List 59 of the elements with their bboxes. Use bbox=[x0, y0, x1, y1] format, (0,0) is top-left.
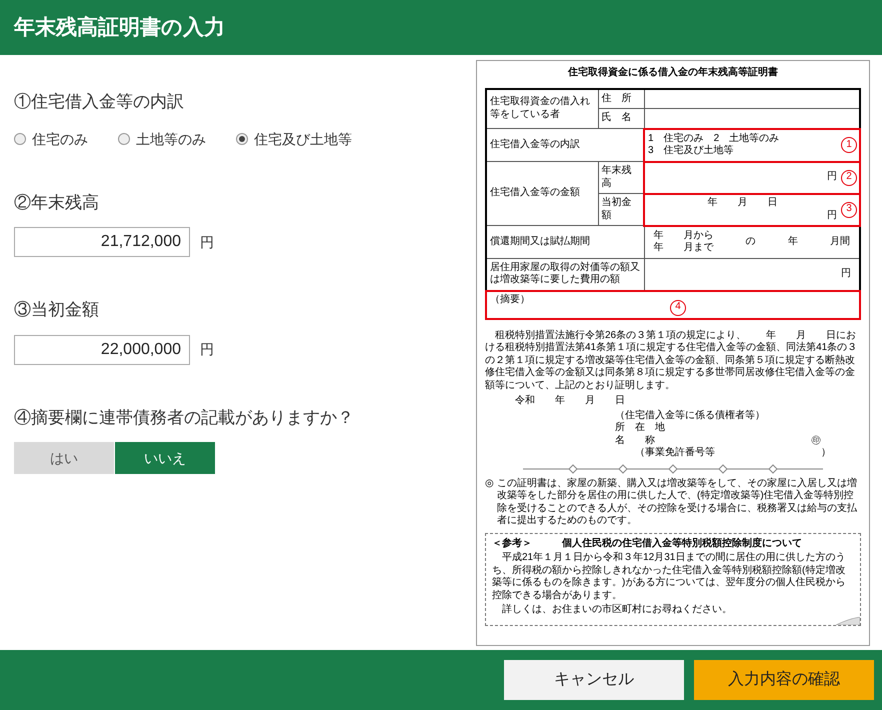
row-label: 当初金額 bbox=[598, 194, 644, 226]
row-label: 住宅取得資金の借入れ等をしている者 bbox=[486, 88, 598, 128]
confirm-button[interactable]: 入力内容の確認 bbox=[694, 660, 874, 700]
period-text: の bbox=[746, 236, 756, 248]
reference-tag: ＜参考＞ bbox=[492, 538, 532, 550]
radio-button[interactable] bbox=[236, 133, 248, 145]
callout-number: 2 bbox=[841, 170, 857, 186]
unit-label: 円 bbox=[200, 232, 214, 252]
option-text: 1 住宅のみ bbox=[648, 132, 704, 144]
seal-mark: ㊞ bbox=[811, 434, 821, 447]
callout-number: 3 bbox=[841, 202, 857, 218]
radio-button[interactable] bbox=[118, 133, 130, 145]
date-text: 令和 年 月 日 bbox=[514, 395, 626, 408]
toggle-button[interactable]: はい bbox=[14, 442, 114, 474]
radio-option[interactable]: 住宅のみ bbox=[14, 128, 88, 150]
field-label: 所 在 地 bbox=[615, 422, 666, 434]
reference-text: 詳しくは、お住まいの市区町村にお尋ねください。 bbox=[501, 604, 733, 616]
reference-title: 個人住民税の住宅借入金等特別税額控除制度について bbox=[562, 538, 802, 550]
toggle-button[interactable]: いいえ bbox=[115, 442, 215, 474]
amount-field[interactable]: 21,712,000 bbox=[14, 227, 190, 257]
amount-field[interactable]: 22,000,000 bbox=[14, 334, 190, 364]
row-label: 氏 名 bbox=[598, 108, 644, 128]
date-text: 年 月 日 bbox=[708, 197, 778, 210]
row-label: 償還期間又は賦払期間 bbox=[486, 226, 644, 258]
unit-label: 円 bbox=[200, 340, 214, 359]
question-label: ④摘要欄に連帯債務者の記載がありますか？ bbox=[14, 406, 355, 428]
period-text: 年 月から bbox=[654, 230, 714, 242]
note-text: この証明書は、家屋の新築、購入又は増改築等をして、その家屋に入居し又は増改築等をした部分を居住の用に供した人で、(特定増改築等)住宅借入金等特別控除を受けることのできる人が、その控除を受ける場合に、税務署又は給与の支払者に提出するためのものです。 bbox=[497, 478, 858, 528]
period-text: 年 bbox=[788, 236, 798, 248]
unit-text: 円 bbox=[827, 210, 837, 222]
field-label: （事業免許番号等 bbox=[635, 447, 715, 460]
field-label: ） bbox=[821, 447, 831, 460]
callout-number: 4 bbox=[670, 300, 686, 316]
unit-text: 円 bbox=[841, 268, 851, 279]
note-mark: ◎ bbox=[485, 478, 494, 490]
row-label: 住 所 bbox=[598, 88, 644, 108]
creditor-heading: （住宅借入金等に係る債権者等） bbox=[615, 410, 766, 422]
option-text: 2 土地等のみ bbox=[714, 132, 780, 144]
option-text: 3 住宅及び土地等 bbox=[648, 145, 734, 158]
unit-text: 円 bbox=[827, 171, 837, 182]
page-curl-icon bbox=[836, 616, 860, 624]
question-label: ②年末残高 bbox=[14, 192, 100, 214]
row-label: 住宅借入金等の金額 bbox=[486, 162, 598, 226]
reference-text: 平成21年１月１日から令和３年12月31日までの間に居住の用に供した方のうち、所得税の額から控除しきれなかった住宅借入金等特別税額控除額(特定増改築等に係るものを除きます。)がある方については、翌年度分の個人住民税から控除できる場合があります。 bbox=[492, 552, 846, 602]
callout-number: 1 bbox=[841, 137, 857, 153]
radio-option[interactable]: 土地等のみ bbox=[118, 128, 206, 150]
radio-button[interactable] bbox=[14, 133, 26, 145]
document-title: 住宅取得資金に係る借入金の年末残高等証明書 bbox=[566, 67, 779, 80]
question-label: ①住宅借入金等の内訳 bbox=[14, 91, 185, 113]
page-title: 年末残高証明書の入力 bbox=[14, 14, 225, 41]
field-label: 名 称 bbox=[615, 434, 655, 446]
statement-text: 租税特別措置法施行令第26条の３第１項の規定により、 年 月 日における租税特別措置法第41条第１項に規定する住宅借入金等の金額、同法第41条の３の２第１項に規定する増改築等住宅借入金等の金額、同条第５項に規定する断熱改修住宅借入金等の金額又は同条第８項に規定する多世帯同居改修住宅借入金等の金額等について、上記のとおり証明します。 bbox=[485, 330, 858, 392]
cancel-button[interactable]: キャンセル bbox=[504, 660, 684, 700]
period-text: 月間 bbox=[830, 236, 850, 248]
period-text: 年 月まで bbox=[654, 242, 714, 254]
radio-option[interactable]: 住宅及び土地等 bbox=[236, 128, 352, 150]
row-label: 年末残高 bbox=[598, 162, 644, 194]
row-label: （摘要） bbox=[490, 294, 531, 306]
question-label: ③当初金額 bbox=[14, 299, 100, 321]
